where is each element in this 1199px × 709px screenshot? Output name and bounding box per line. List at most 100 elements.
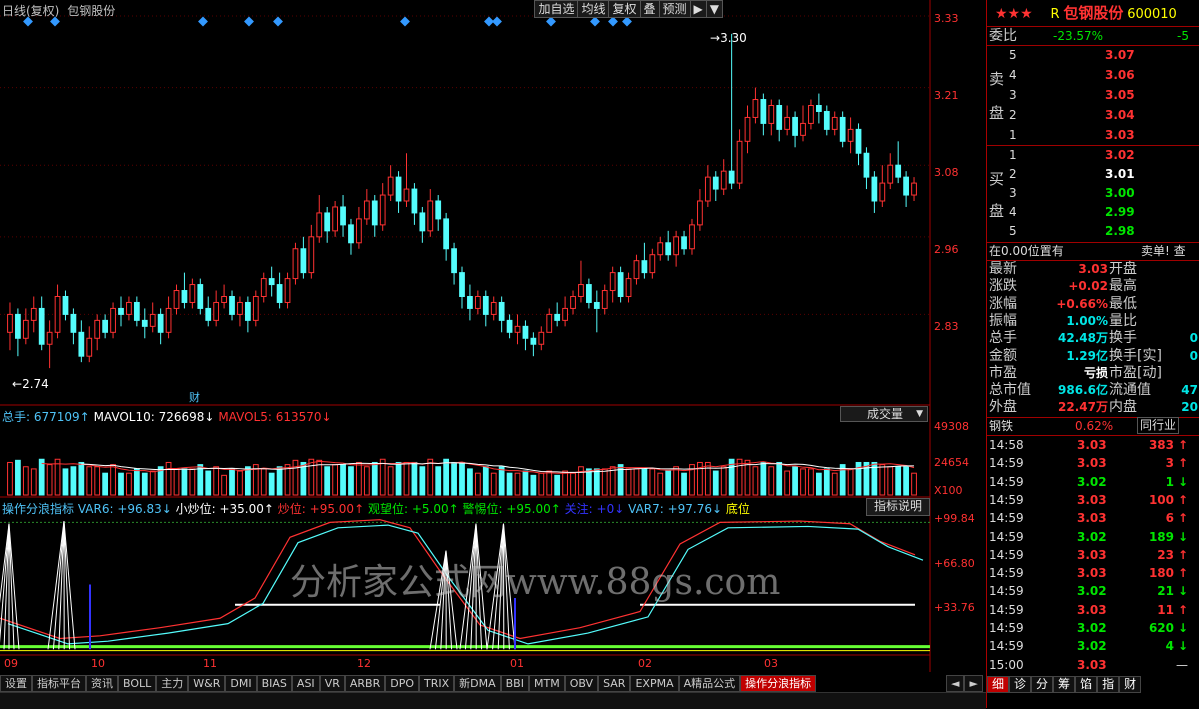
volume-bar (142, 473, 147, 495)
tick-volume: 21 (1157, 582, 1174, 600)
tab-boll[interactable]: BOLL (118, 675, 156, 692)
stat-value: +0.66% (1056, 296, 1108, 313)
tab-diagnose[interactable]: 诊 (1009, 676, 1031, 693)
volume-bar (71, 467, 76, 495)
tick-volume: 1 (1166, 473, 1174, 491)
indicator-tick: +33.76 (934, 601, 975, 614)
stat-row: 总手42.48万换手0 (987, 330, 1199, 347)
alert-level: 警惕位: +95.00↑ (463, 502, 561, 516)
spike-line (64, 521, 70, 649)
tab-index[interactable]: 指 (1097, 676, 1119, 693)
volume-bar (245, 467, 250, 495)
volume-bar (816, 473, 821, 495)
tab-news[interactable]: 资讯 (86, 675, 118, 692)
sell-order-row[interactable]: 33.05 (987, 86, 1199, 104)
indicator-explain-button[interactable]: 指标说明 (866, 498, 930, 516)
tab-new-dma[interactable]: 新DMA (454, 675, 501, 692)
volume-bar (745, 460, 750, 495)
peer-tab[interactable]: 同行业 (1137, 417, 1179, 434)
tab-expma[interactable]: EXPMA (630, 675, 678, 692)
buy-order-row[interactable]: 13.02 (987, 146, 1199, 164)
volume-bars (8, 459, 917, 495)
volume-bar (705, 462, 710, 495)
tick-row: 14:583.03383↑ (987, 436, 1199, 454)
stat-row: 总市值986.6亿流通值47 (987, 382, 1199, 399)
signal-diamond-icon (590, 17, 600, 27)
candle (658, 243, 663, 255)
mavol10: MAVOL10: 726698↓ (94, 410, 215, 424)
stat-value: 42.48万 (1058, 330, 1108, 347)
volume-bar (460, 462, 465, 495)
add-watchlist-button[interactable]: 加自选 (534, 0, 578, 18)
tab-premium-formula[interactable]: A精品公式 (679, 675, 741, 692)
tab-indicator-platform[interactable]: 指标平台 (32, 675, 86, 692)
scroll-left-icon[interactable]: ◄ (946, 675, 964, 692)
restore-rights-button[interactable]: 复权 (608, 0, 640, 18)
volume-bar (222, 475, 227, 495)
sector-row[interactable]: 钢铁 0.62% 同行业 (987, 417, 1199, 435)
tab-vr[interactable]: VR (320, 675, 345, 692)
tab-bbi[interactable]: BBI (501, 675, 529, 692)
stat-value: 22.47万 (1058, 399, 1108, 416)
stock-code: 600010 (1127, 7, 1177, 22)
indicator-name: 操作分浪指标 (2, 502, 74, 516)
tab-minute[interactable]: 分 (1031, 676, 1053, 693)
buy-order-row[interactable]: 42.99 (987, 203, 1199, 221)
scroll-right-icon[interactable]: ► (964, 675, 982, 692)
overlay-button[interactable]: 叠 (640, 0, 660, 18)
bottom-level: 底位 (726, 502, 750, 516)
stock-name-label: 包钢股份 (67, 4, 115, 18)
tab-wr[interactable]: W&R (188, 675, 225, 692)
volume-bar (388, 467, 393, 495)
candle (547, 314, 552, 332)
sell-order-row[interactable]: 43.06 (987, 66, 1199, 84)
tab-asi[interactable]: ASI (292, 675, 320, 692)
order-level: 5 (1009, 222, 1017, 240)
tab-chips[interactable]: 筹 (1053, 676, 1075, 693)
tab-arbr[interactable]: ARBR (345, 675, 385, 692)
forecast-button[interactable]: 预测 (659, 0, 691, 18)
tab-sar[interactable]: SAR (598, 675, 630, 692)
order-price: 3.01 (1105, 165, 1135, 183)
tab-settings[interactable]: 设置 (0, 675, 32, 692)
volume-bar (761, 462, 766, 495)
tab-dmi[interactable]: DMI (225, 675, 256, 692)
tab-bias[interactable]: BIAS (257, 675, 292, 692)
tab-detail[interactable]: 细 (987, 676, 1009, 693)
candle (571, 297, 576, 309)
tab-obv[interactable]: OBV (565, 675, 598, 692)
candle (666, 243, 671, 255)
volume-bar (341, 465, 346, 495)
tick-time: 15:00 (989, 656, 1024, 674)
volume-bar (309, 459, 314, 495)
volume-bar (888, 467, 893, 495)
play-icon[interactable]: ▶ (690, 0, 707, 18)
sell-order-row[interactable]: 13.03 (987, 126, 1199, 144)
buy-order-row[interactable]: 23.01 (987, 165, 1199, 183)
quote-title: ★★★ R 包钢股份 600010 (987, 2, 1199, 24)
volume-bar (682, 473, 687, 495)
buy-order-row[interactable]: 52.98 (987, 222, 1199, 240)
tab-finance[interactable]: 财 (1119, 676, 1141, 693)
stat-label-right: 最低 (1109, 296, 1137, 313)
dropdown-icon[interactable]: ▼ (706, 0, 723, 18)
candle (388, 177, 393, 195)
volume-bar (531, 475, 536, 495)
buy-order-row[interactable]: 33.00 (987, 184, 1199, 202)
tab-wave-indicator[interactable]: 操作分浪指标 (740, 675, 816, 692)
tab-trix[interactable]: TRIX (419, 675, 454, 692)
ma-button[interactable]: 均线 (577, 0, 609, 18)
volume-bar (507, 473, 512, 495)
chart-area[interactable]: 日线(复权) 包钢股份 加自选 均线 复权 叠 预测 ▶ ▼ 3.33 3.21… (0, 0, 986, 672)
volume-indicator-selector[interactable]: 成交量▼ (840, 406, 928, 422)
volume-bar (190, 469, 195, 495)
sell-order-row[interactable]: 53.07 (987, 46, 1199, 64)
tab-main-force[interactable]: 主力 (156, 675, 188, 692)
finance-marker[interactable]: 财 (189, 389, 200, 405)
mavol5: MAVOL5: 613570↓ (218, 410, 331, 424)
sell-order-row[interactable]: 23.04 (987, 106, 1199, 124)
tab-mtm[interactable]: MTM (529, 675, 565, 692)
candle (531, 338, 536, 344)
tab-dpo[interactable]: DPO (385, 675, 419, 692)
tab-pie[interactable]: 馅 (1075, 676, 1097, 693)
